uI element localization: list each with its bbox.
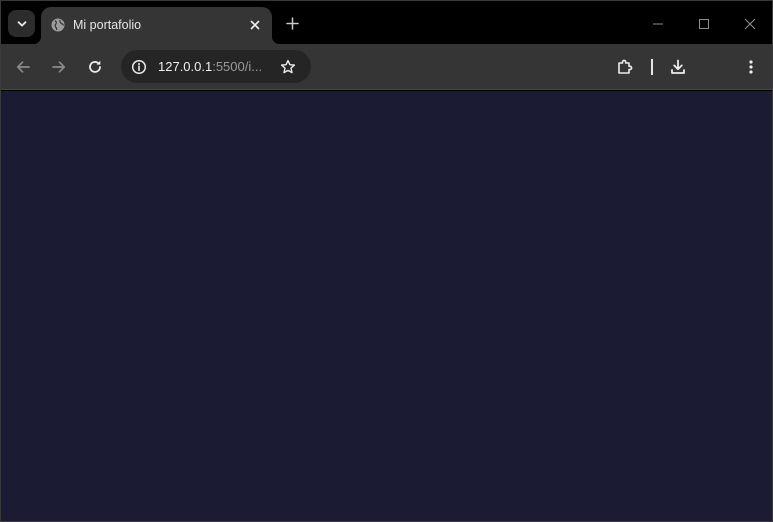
tab-active[interactable]: Mi portafolio (33, 7, 280, 44)
tab-title: Mi portafolio (73, 18, 142, 32)
tab-close-button[interactable] (246, 16, 264, 34)
arrow-right-icon (51, 59, 67, 75)
extensions-button[interactable] (611, 53, 639, 81)
new-tab-button[interactable] (282, 13, 302, 33)
info-icon (131, 59, 147, 75)
forward-button[interactable] (45, 53, 73, 81)
minimize-button[interactable] (645, 11, 671, 37)
browser-toolbar: 127.0.0.1:5500/i... (1, 44, 772, 90)
maximize-button[interactable] (691, 11, 717, 37)
star-icon (280, 59, 296, 75)
back-button[interactable] (9, 53, 37, 81)
toolbar-divider (651, 59, 653, 75)
download-icon (669, 58, 687, 76)
site-info-button[interactable] (127, 55, 150, 78)
arrow-left-icon (15, 59, 31, 75)
browser-window: Mi portafolio 127.0.0.1:5500/i... (0, 0, 773, 522)
url-path: :5500/i... (212, 59, 263, 74)
close-icon (744, 18, 756, 30)
menu-button[interactable] (737, 53, 765, 81)
chevron-down-icon (16, 18, 28, 30)
reload-button[interactable] (81, 53, 109, 81)
url-text[interactable]: 127.0.0.1:5500/i... (158, 59, 262, 74)
bookmark-button[interactable] (276, 55, 299, 78)
puzzle-icon (616, 58, 634, 76)
tab-search-button[interactable] (8, 10, 35, 37)
page-viewport (1, 91, 772, 521)
address-bar[interactable]: 127.0.0.1:5500/i... (121, 50, 311, 83)
minimize-icon (652, 18, 664, 30)
downloads-button[interactable] (664, 53, 692, 81)
close-icon (250, 20, 260, 30)
more-vertical-icon (743, 59, 759, 75)
reload-icon (87, 59, 103, 75)
maximize-icon (698, 18, 710, 30)
window-close-button[interactable] (737, 11, 763, 37)
tab-strip: Mi portafolio (1, 1, 772, 44)
globe-icon (50, 17, 66, 33)
plus-icon (285, 16, 299, 30)
url-host: 127.0.0.1 (158, 59, 213, 74)
